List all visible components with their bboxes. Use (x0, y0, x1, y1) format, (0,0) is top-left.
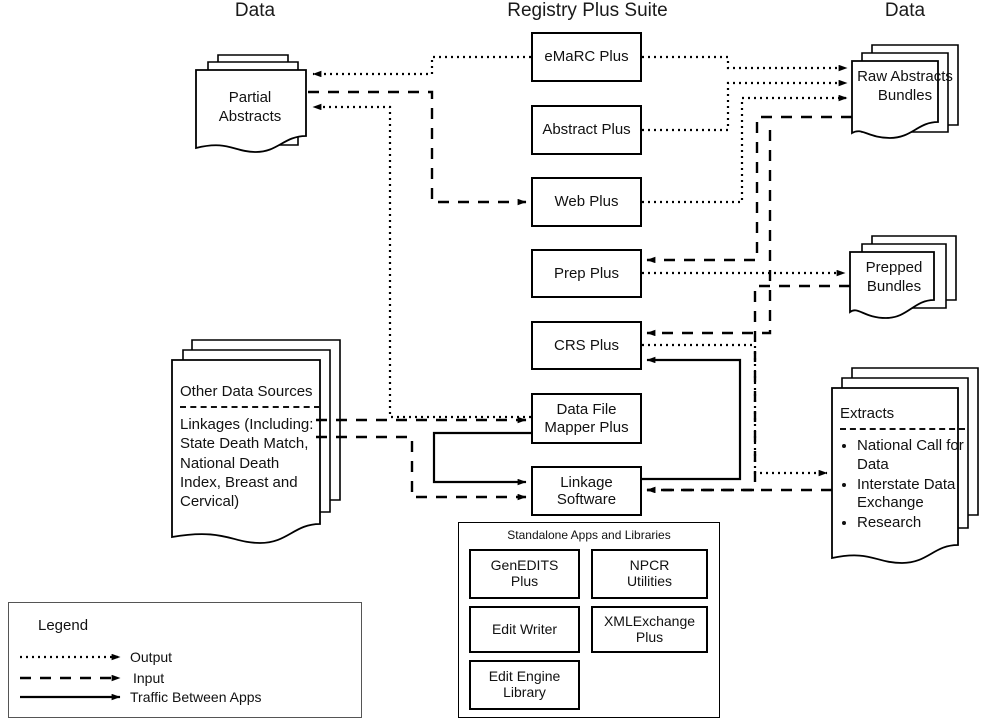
app-box-abstract-plus[interactable]: Abstract Plus (531, 105, 642, 155)
doc-partial-abstracts-label: Partial Abstracts (200, 88, 300, 126)
standalone-box-edit-engine-library[interactable]: Edit Engine Library (469, 660, 580, 710)
standalone-box-xmlexchange-plus[interactable]: XMLExchange Plus (591, 606, 708, 653)
doc-other-data-sources-content: Other Data Sources Linkages (Including: … (180, 382, 320, 511)
extracts-item: Interstate Data Exchange (857, 476, 965, 514)
flow-data-file-mapper-to-linkage-software (432, 431, 531, 486)
flow-emarc-to-partial-abstracts (312, 55, 531, 78)
legend-label-output: Output (130, 649, 173, 665)
flow-raw-abstracts-to-crs-plus (646, 130, 772, 337)
other-data-sources-divider (180, 406, 320, 409)
extracts-item: National Call for Data (857, 437, 965, 475)
other-data-sources-body: Linkages (Including: State Death Match, … (180, 416, 314, 510)
flow-emarc-to-raw-abstracts (642, 55, 848, 72)
standalone-box-npcr-utilities[interactable]: NPCR Utilities (591, 549, 708, 599)
app-box-emarc-plus[interactable]: eMaRC Plus (531, 32, 642, 82)
extracts-header: Extracts (840, 405, 895, 422)
partial-abstracts-line2: Abstracts (218, 108, 282, 126)
app-box-linkage-software[interactable]: Linkage Software (531, 466, 642, 516)
extracts-item: Research (857, 514, 965, 533)
doc-extracts-content: Extracts National Call for Data Intersta… (840, 404, 965, 534)
prepped-bundles-line1: Prepped (865, 259, 923, 276)
flow-partial-abstracts-to-web-plus (308, 90, 527, 206)
other-data-sources-header: Other Data Sources (180, 383, 313, 400)
flow-crs-plus-to-extracts (642, 343, 828, 477)
flow-down-to-partial-abstracts (312, 103, 531, 419)
flow-crs-to-partial-abstracts (642, 112, 760, 348)
flow-other-data-to-linkage-software (316, 435, 527, 501)
extracts-list: National Call for Data Interstate Data E… (840, 437, 965, 533)
partial-abstracts-line1: Partial (228, 89, 272, 106)
flow-raw-abstracts-to-prep-plus (646, 115, 852, 264)
flow-abstract-plus-to-raw-abstracts (642, 79, 848, 132)
standalone-box-edit-writer[interactable]: Edit Writer (469, 606, 580, 653)
legend-label-input: Input (133, 670, 165, 686)
diagram-canvas: Data Registry Plus Suite Data Partial Ab… (0, 0, 1000, 720)
raw-abstracts-line2: Bundles (877, 87, 933, 105)
app-box-crs-plus[interactable]: CRS Plus (531, 321, 642, 370)
raw-abstracts-line1: Raw Abstracts (857, 68, 953, 85)
app-box-web-plus[interactable]: Web Plus (531, 177, 642, 227)
flow-web-plus-to-raw-abstracts (642, 94, 848, 204)
doc-prepped-bundles-label: Prepped Bundles (855, 258, 933, 296)
extracts-divider (840, 428, 965, 431)
flow-linkage-software-to-crs-plus (642, 356, 742, 481)
doc-raw-abstracts-bundles-label: Raw Abstracts Bundles (855, 67, 955, 105)
standalone-box-genedits-plus[interactable]: GenEDITS Plus (469, 549, 580, 599)
app-box-data-file-mapper-plus[interactable]: Data File Mapper Plus (531, 393, 642, 444)
standalone-apps-panel-title: Standalone Apps and Libraries (507, 528, 671, 542)
prepped-bundles-line2: Bundles (866, 278, 922, 296)
legend-label-traffic: Traffic Between Apps (130, 689, 262, 705)
app-box-prep-plus[interactable]: Prep Plus (531, 249, 642, 298)
flow-prepped-bundles-to-linkage (646, 284, 850, 494)
